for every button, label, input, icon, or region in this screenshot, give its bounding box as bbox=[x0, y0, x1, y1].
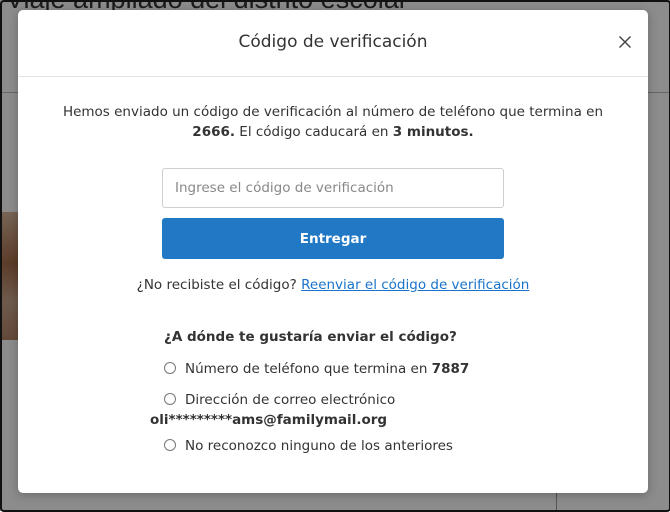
modal-header: Código de verificación bbox=[18, 10, 648, 77]
option-email[interactable]: Dirección de correo electrónico oli*****… bbox=[150, 390, 396, 430]
resend-row: ¿No recibiste el código? Reenviar el cód… bbox=[18, 277, 648, 293]
phone-ending: 2666. bbox=[192, 124, 235, 140]
resend-prompt: ¿No recibiste el código? bbox=[136, 277, 302, 293]
option-none-label: No reconozco ninguno de los anteriores bbox=[185, 438, 453, 454]
option-phone[interactable]: Número de teléfono que termina en 7887 bbox=[164, 359, 469, 379]
message-text: Hemos enviado un código de verificación … bbox=[62, 104, 604, 120]
verification-modal: Código de verificación Hemos enviado un … bbox=[18, 10, 648, 493]
radio-icon[interactable] bbox=[164, 393, 176, 405]
close-icon[interactable] bbox=[618, 34, 632, 48]
modal-title: Código de verificación bbox=[238, 32, 428, 52]
option-email-label: Dirección de correo electrónico bbox=[185, 392, 396, 408]
verification-message: Hemos enviado un código de verificación … bbox=[38, 102, 628, 142]
expiry-time: 3 minutos. bbox=[392, 124, 474, 140]
message-middle: El código caducará en bbox=[235, 124, 393, 140]
resend-code-link[interactable]: Reenviar el código de verificación bbox=[301, 277, 529, 293]
radio-icon[interactable] bbox=[164, 439, 176, 451]
option-email-address: oli*********ams@familymail.org bbox=[150, 412, 388, 428]
option-phone-ending: 7887 bbox=[431, 361, 470, 377]
submit-button[interactable]: Entregar bbox=[162, 218, 504, 259]
delivery-question: ¿A dónde te gustaría enviar el código? bbox=[164, 329, 457, 345]
option-none[interactable]: No reconozco ninguno de los anteriores bbox=[164, 436, 453, 456]
option-phone-label: Número de teléfono que termina en bbox=[185, 361, 432, 377]
radio-icon[interactable] bbox=[164, 362, 176, 374]
verification-code-input[interactable] bbox=[162, 168, 504, 208]
